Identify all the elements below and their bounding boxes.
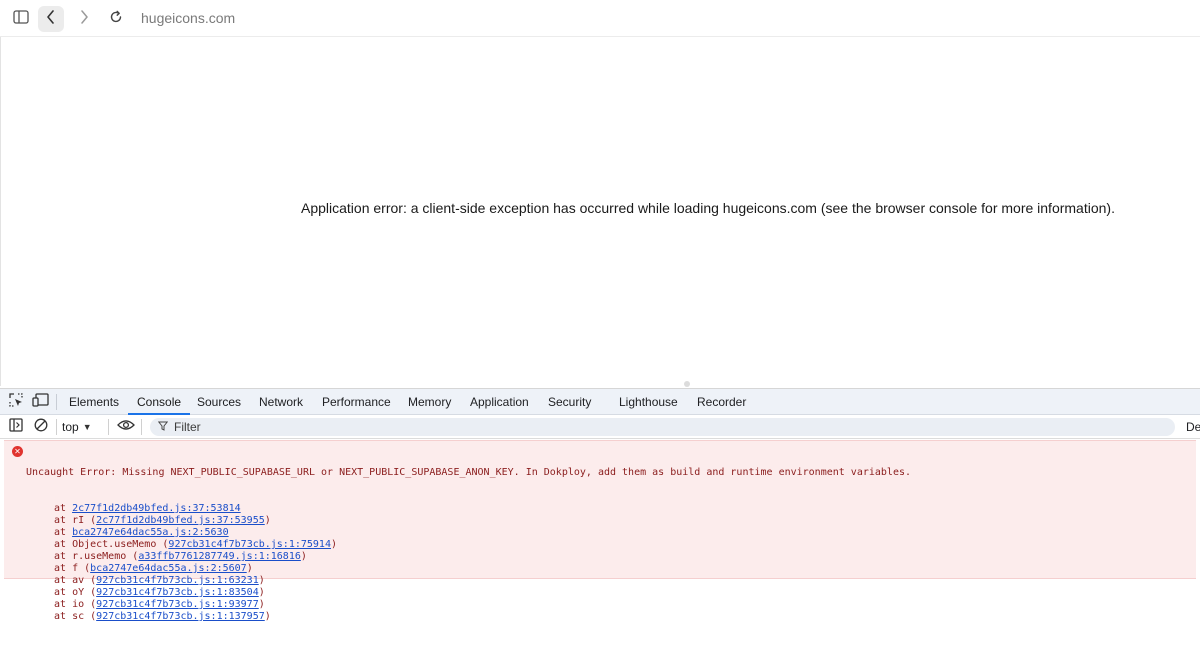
inspect-element-button[interactable] xyxy=(7,392,25,413)
panel-sidebar-icon xyxy=(9,417,23,437)
tab-console[interactable]: Console xyxy=(127,389,191,415)
devtools-tab-bar: Elements Console Sources Network Perform… xyxy=(0,389,1200,415)
stack-frame: at rI (2c77f1d2db49bfed.js:37:53955) xyxy=(54,515,271,526)
toolbar-divider xyxy=(56,394,57,410)
stack-frame: at oY (927cb31c4f7b73cb.js:1:83504) xyxy=(54,587,265,598)
reload-icon xyxy=(109,10,123,29)
stack-frame-function: sc xyxy=(72,611,85,622)
console-error-message: ✕ Uncaught Error: Missing NEXT_PUBLIC_SU… xyxy=(4,440,1196,622)
back-button[interactable] xyxy=(38,6,64,32)
stack-frame-function: Object.useMemo xyxy=(72,539,157,550)
chevron-left-icon xyxy=(46,9,56,29)
reload-button[interactable] xyxy=(103,6,129,32)
source-link[interactable]: 927cb31c4f7b73cb.js:1:75914 xyxy=(168,539,331,550)
context-select[interactable]: top ▼ xyxy=(62,415,92,439)
source-link[interactable]: bca2747e64dac55a.js:2:5607 xyxy=(90,563,247,574)
filter-divider xyxy=(108,419,109,435)
stack-frame-prefix: at xyxy=(54,551,73,562)
context-value: top xyxy=(62,420,79,434)
eye-icon xyxy=(117,418,135,436)
stack-frame-prefix: at xyxy=(54,539,73,550)
stack-frame: at bca2747e64dac55a.js:2:5630 xyxy=(26,527,911,539)
sidebar-toggle-button[interactable] xyxy=(8,6,34,32)
inspect-icon xyxy=(8,392,24,413)
source-link[interactable]: 927cb31c4f7b73cb.js:1:63231 xyxy=(96,575,259,586)
error-message-line: Uncaught Error: Missing NEXT_PUBLIC_SUPA… xyxy=(26,467,912,478)
devtools-resize-handle[interactable] xyxy=(684,381,690,387)
chevron-right-icon xyxy=(79,9,89,29)
stack-frame: at r.useMemo (a33ffb7761287749.js:1:1681… xyxy=(54,551,307,562)
page-viewport: Application error: a client-side excepti… xyxy=(0,37,1200,386)
browser-toolbar: hugeicons.com xyxy=(0,0,1200,37)
source-link[interactable]: bca2747e64dac55a.js:2:5630 xyxy=(72,527,229,538)
filter-divider xyxy=(56,419,57,435)
filter-divider xyxy=(141,419,142,435)
filter-icon xyxy=(157,418,169,436)
source-link[interactable]: 2c77f1d2db49bfed.js:37:53955 xyxy=(96,515,265,526)
devtools-panel: Elements Console Sources Network Perform… xyxy=(0,388,1200,622)
console-filter-bar: top ▼ Filter De xyxy=(0,415,1200,439)
tab-network[interactable]: Network xyxy=(259,389,303,415)
stack-trace: at 2c77f1d2db49bfed.js:37:53814 at rI (2c… xyxy=(26,503,911,623)
stack-frame: at sc (927cb31c4f7b73cb.js:1:137957) xyxy=(54,611,271,622)
error-icon: ✕ xyxy=(12,446,23,457)
device-toolbar-button[interactable] xyxy=(32,392,50,413)
tab-application[interactable]: Application xyxy=(470,389,529,415)
stack-frame-prefix: at xyxy=(54,503,73,514)
stack-frame-function: f xyxy=(72,563,79,574)
tab-elements[interactable]: Elements xyxy=(69,389,119,415)
clear-console-button[interactable] xyxy=(33,418,49,437)
filter-input[interactable]: Filter xyxy=(150,418,1175,436)
stack-frame-function: av xyxy=(72,575,85,586)
tab-lighthouse[interactable]: Lighthouse xyxy=(619,389,678,415)
stack-frame-function: rI xyxy=(72,515,85,526)
stack-frame-prefix: at xyxy=(54,575,73,586)
tab-security[interactable]: Security xyxy=(548,389,591,415)
device-icon xyxy=(32,392,50,413)
stack-frame: at 2c77f1d2db49bfed.js:37:53814 xyxy=(26,503,911,515)
live-expression-button[interactable] xyxy=(117,419,135,435)
stack-frame-prefix: at xyxy=(54,527,73,538)
source-link[interactable]: 2c77f1d2db49bfed.js:37:53814 xyxy=(72,503,241,514)
application-error-message: Application error: a client-side excepti… xyxy=(301,200,1115,216)
source-link[interactable]: 927cb31c4f7b73cb.js:1:83504 xyxy=(96,587,259,598)
stack-frame-function: io xyxy=(72,599,85,610)
sidebar-icon xyxy=(13,9,29,29)
console-sidebar-button[interactable] xyxy=(8,417,24,437)
clear-icon xyxy=(34,418,48,437)
stack-frame: at av (927cb31c4f7b73cb.js:1:63231) xyxy=(54,575,265,586)
stack-frame: at Object.useMemo (927cb31c4f7b73cb.js:1… xyxy=(54,539,338,550)
stack-frame: at f (bca2747e64dac55a.js:2:5607) xyxy=(54,563,253,574)
stack-frame-prefix: at xyxy=(54,515,73,526)
address-bar[interactable]: hugeicons.com xyxy=(141,10,235,26)
tab-recorder[interactable]: Recorder xyxy=(697,389,746,415)
source-link[interactable]: 927cb31c4f7b73cb.js:1:137957 xyxy=(96,611,265,622)
caret-down-icon: ▼ xyxy=(82,422,92,432)
stack-frame-prefix: at xyxy=(54,587,73,598)
tab-memory[interactable]: Memory xyxy=(408,389,451,415)
log-levels-dropdown[interactable]: De xyxy=(1186,415,1200,439)
filter-placeholder: Filter xyxy=(174,420,201,434)
stack-frame-prefix: at xyxy=(54,599,73,610)
stack-frame-function: r.useMemo xyxy=(72,551,127,562)
stack-frame: at io (927cb31c4f7b73cb.js:1:93977) xyxy=(54,599,265,610)
error-text: Uncaught Error: Missing NEXT_PUBLIC_SUPA… xyxy=(26,443,911,647)
source-link[interactable]: 927cb31c4f7b73cb.js:1:93977 xyxy=(96,599,259,610)
forward-button[interactable] xyxy=(71,6,97,32)
source-link[interactable]: a33ffb7761287749.js:1:16816 xyxy=(138,551,301,562)
tab-performance[interactable]: Performance xyxy=(322,389,391,415)
stack-frame-prefix: at xyxy=(54,563,73,574)
tab-sources[interactable]: Sources xyxy=(197,389,241,415)
stack-frame-prefix: at xyxy=(54,611,73,622)
stack-frame-function: oY xyxy=(72,587,85,598)
